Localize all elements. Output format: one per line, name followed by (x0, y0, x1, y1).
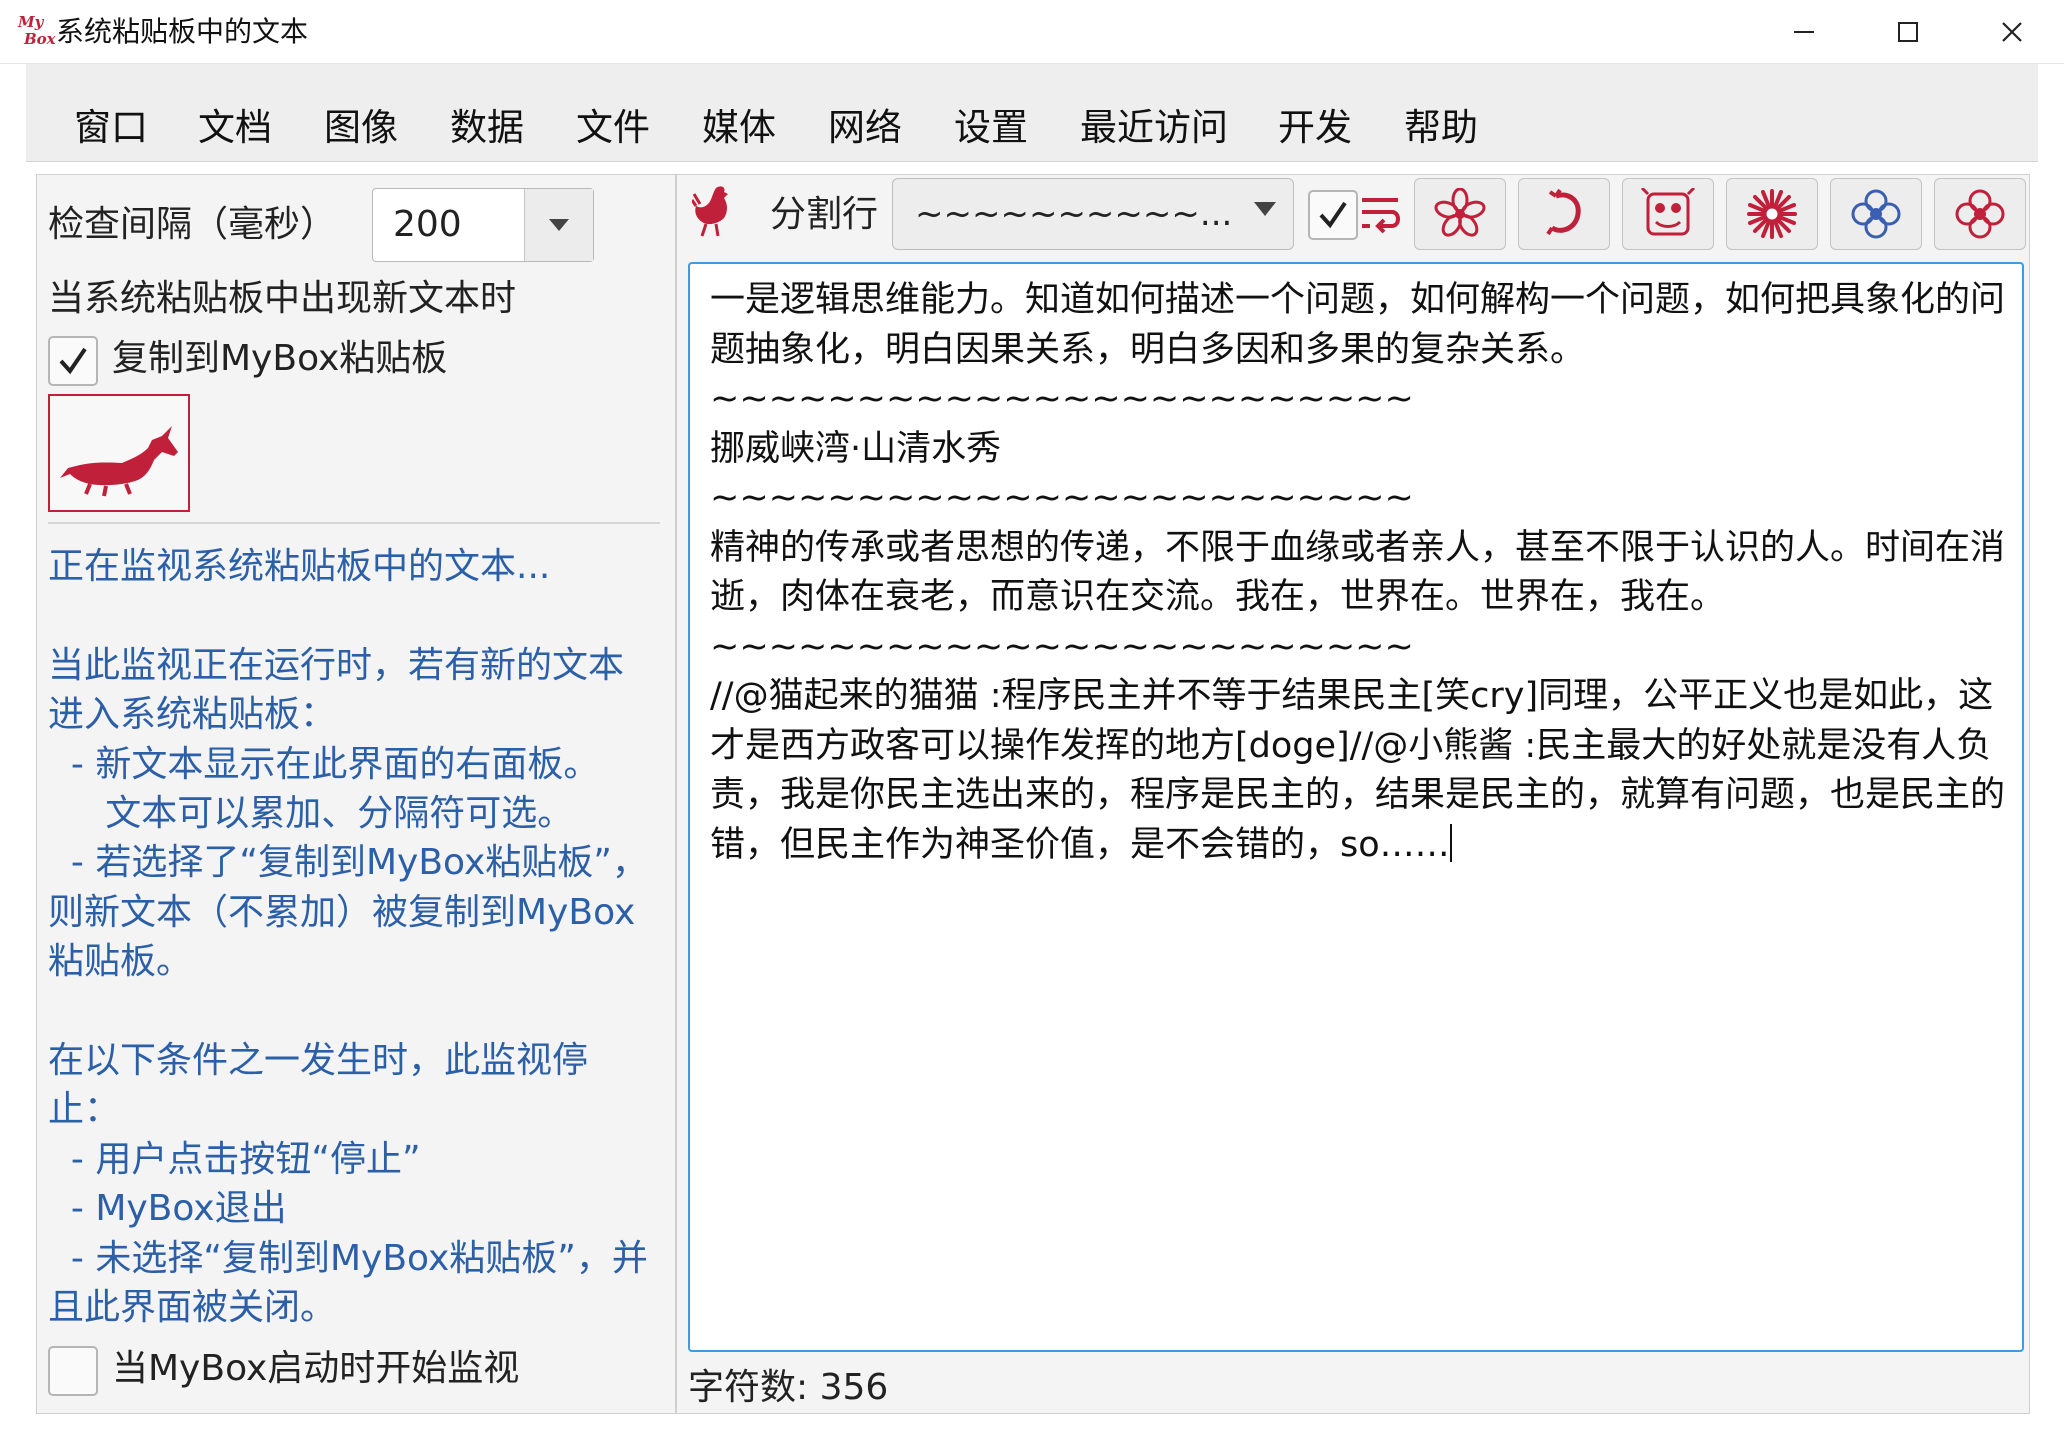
blue-flower-button[interactable] (1830, 178, 1922, 250)
menu-help[interactable]: 帮助 (1404, 64, 1478, 162)
checkmark-icon (59, 347, 87, 375)
start-on-launch-label: 当MyBox启动时开始监视 (112, 1348, 520, 1389)
minimize-icon (1794, 31, 1814, 33)
dragon-button[interactable] (1518, 178, 1610, 250)
red-flower-button[interactable] (1934, 178, 2026, 250)
chevron-down-icon (1254, 202, 1276, 216)
chrysanthemum-icon (1747, 189, 1797, 239)
red-flower-icon (1955, 189, 2005, 239)
copy-to-mybox-label: 复制到MyBox粘贴板 (112, 338, 448, 379)
title-bar: My Box 系统粘贴板中的文本 (0, 0, 2064, 64)
red-goat-icon (60, 426, 178, 497)
minimize-button[interactable] (1752, 0, 1856, 64)
app-logo-icon: My Box (16, 14, 56, 54)
start-on-launch-checkbox[interactable] (48, 1346, 98, 1396)
logo-top-text: My (18, 13, 44, 31)
menu-data[interactable]: 数据 (450, 64, 524, 162)
close-button[interactable] (1960, 0, 2064, 64)
separator-value: ~~~~~~~~~~... (915, 194, 1233, 234)
mask-button[interactable] (1622, 178, 1714, 250)
menu-settings[interactable]: 设置 (954, 64, 1028, 162)
wrap-lines-checkbox[interactable] (1308, 190, 1358, 240)
when-new-text-label: 当系统粘贴板中出现新文本时 (48, 278, 517, 319)
menu-file[interactable]: 文件 (576, 64, 650, 162)
separator-combo[interactable]: ~~~~~~~~~~... (892, 178, 1294, 250)
menu-media[interactable]: 媒体 (702, 64, 776, 162)
chevron-down-icon (549, 219, 569, 231)
interval-dropdown-button[interactable] (524, 189, 593, 261)
dragon-icon (1546, 188, 1581, 236)
interval-value: 200 (393, 204, 462, 245)
clipboard-text-body: 一是逻辑思维能力。知道如何描述一个问题，如何解构一个问题，如何把具象化的问题抽象… (710, 280, 2006, 865)
maximize-button[interactable] (1856, 0, 1960, 64)
clipboard-text-area[interactable]: 一是逻辑思维能力。知道如何描述一个问题，如何解构一个问题，如何把具象化的问题抽象… (688, 262, 2024, 1352)
separator-label: 分割行 (770, 194, 879, 235)
menu-document[interactable]: 文档 (198, 64, 272, 162)
flower-outline-icon (1434, 188, 1486, 237)
text-caret (1449, 823, 1452, 862)
menu-recent[interactable]: 最近访问 (1080, 64, 1228, 162)
start-stop-button[interactable] (48, 394, 190, 512)
clipboard-text: 一是逻辑思维能力。知道如何描述一个问题，如何解构一个问题，如何把具象化的问题抽象… (710, 276, 2006, 870)
maximize-icon (1898, 22, 1918, 42)
blue-flower-icon (1851, 189, 1901, 239)
rooster-icon (690, 182, 738, 240)
interval-combo[interactable]: 200 (372, 188, 594, 262)
left-panel-divider (48, 522, 660, 524)
menu-development[interactable]: 开发 (1278, 64, 1352, 162)
window-title: 系统粘贴板中的文本 (56, 15, 309, 48)
logo-bottom-text: Box (24, 30, 56, 48)
close-icon (2002, 22, 2022, 42)
character-count: 字符数: 356 (688, 1367, 889, 1408)
menu-bar: 窗口 文档 图像 数据 文件 媒体 网络 设置 最近访问 开发 帮助 (26, 64, 2038, 162)
copy-to-mybox-checkbox[interactable] (48, 336, 98, 386)
menu-window[interactable]: 窗口 (74, 64, 148, 162)
menu-image[interactable]: 图像 (324, 64, 398, 162)
wrap-lines-icon[interactable] (1358, 190, 1404, 236)
mask-icon (1640, 188, 1696, 236)
interval-label: 检查间隔（毫秒） (48, 204, 337, 245)
checkmark-icon (1319, 201, 1347, 229)
flower-button[interactable] (1414, 178, 1506, 250)
menu-network[interactable]: 网络 (828, 64, 902, 162)
chrysanthemum-button[interactable] (1726, 178, 1818, 250)
monitor-description: 正在监视系统粘贴板中的文本... 当此监视正在运行时，若有新的文本 进入系统粘贴… (48, 546, 648, 1329)
